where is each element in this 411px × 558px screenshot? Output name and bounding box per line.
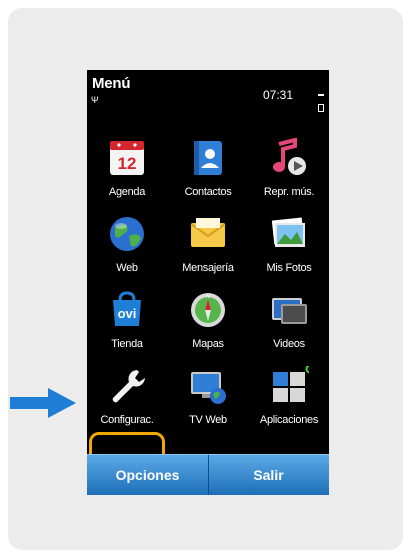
contacts-icon [194,141,222,175]
clock: 07:31 [263,88,294,102]
menu-item-configurac[interactable]: Configurac. [87,360,167,436]
menu-item-label: Tienda [111,338,143,350]
menu-item-tv-web[interactable]: TV Web [168,360,248,436]
antenna-icon: Ψ [91,95,99,105]
menu-item-contactos[interactable]: Contactos [168,132,248,208]
menu-item-web[interactable]: Web [87,208,167,284]
calendar-icon: 12 [110,141,144,175]
menu-item-label: Videos [273,338,305,350]
menu-item-mapas[interactable]: N Mapas [168,284,248,360]
menu-item-label: Contactos [184,186,232,198]
web-tv-icon [191,372,226,404]
ovi-badge-text: ovi [118,306,137,321]
menu-item-label: Web [116,262,138,274]
menu-item-aplicaciones[interactable]: Aplicaciones [249,360,329,436]
menu-item-label: Repr. mús. [263,186,315,198]
video-icon [272,298,307,324]
menu-item-label: Mis Fotos [266,262,312,274]
music-player-icon [273,138,306,175]
menu-item-videos[interactable]: Videos [249,284,329,360]
globe-icon [110,217,144,251]
menu-item-agenda[interactable]: 12 Agenda [87,132,167,208]
photos-icon [271,217,305,247]
right-arrow-icon [10,388,76,418]
menu-item-mis-fotos[interactable]: Mis Fotos [249,208,329,284]
calendar-day: 12 [118,154,137,173]
menu-item-repr-mus[interactable]: Repr. mús. [249,132,329,208]
exit-softkey[interactable]: Salir [208,455,329,495]
envelope-icon [190,218,226,247]
phone-screen: Menú Ψ 07:31 12 Agenda Contactos Repr. m… [87,70,329,495]
screen-title: Menú [92,75,131,92]
menu-item-label: Configurac. [100,414,154,426]
options-softkey[interactable]: Opciones [87,455,209,495]
status-bar: Menú Ψ 07:31 [87,70,329,112]
wrench-icon [112,370,145,403]
battery-icon [317,88,325,112]
compass-icon: N [191,293,225,327]
menu-item-tienda[interactable]: ovi Tienda [87,284,167,360]
softkey-bar: Opciones Salir [87,454,329,495]
menu-item-label: Mapas [192,338,224,350]
applications-icon [273,366,309,402]
compass-letter: N [206,294,210,300]
menu-item-label: Mensajería [182,262,234,274]
ovi-store-icon: ovi [113,291,141,326]
menu-item-mensajeria[interactable]: Mensajería [168,208,248,284]
menu-item-label: Aplicaciones [259,414,319,426]
menu-item-label: Agenda [108,186,146,198]
menu-item-label: TV Web [189,414,227,426]
